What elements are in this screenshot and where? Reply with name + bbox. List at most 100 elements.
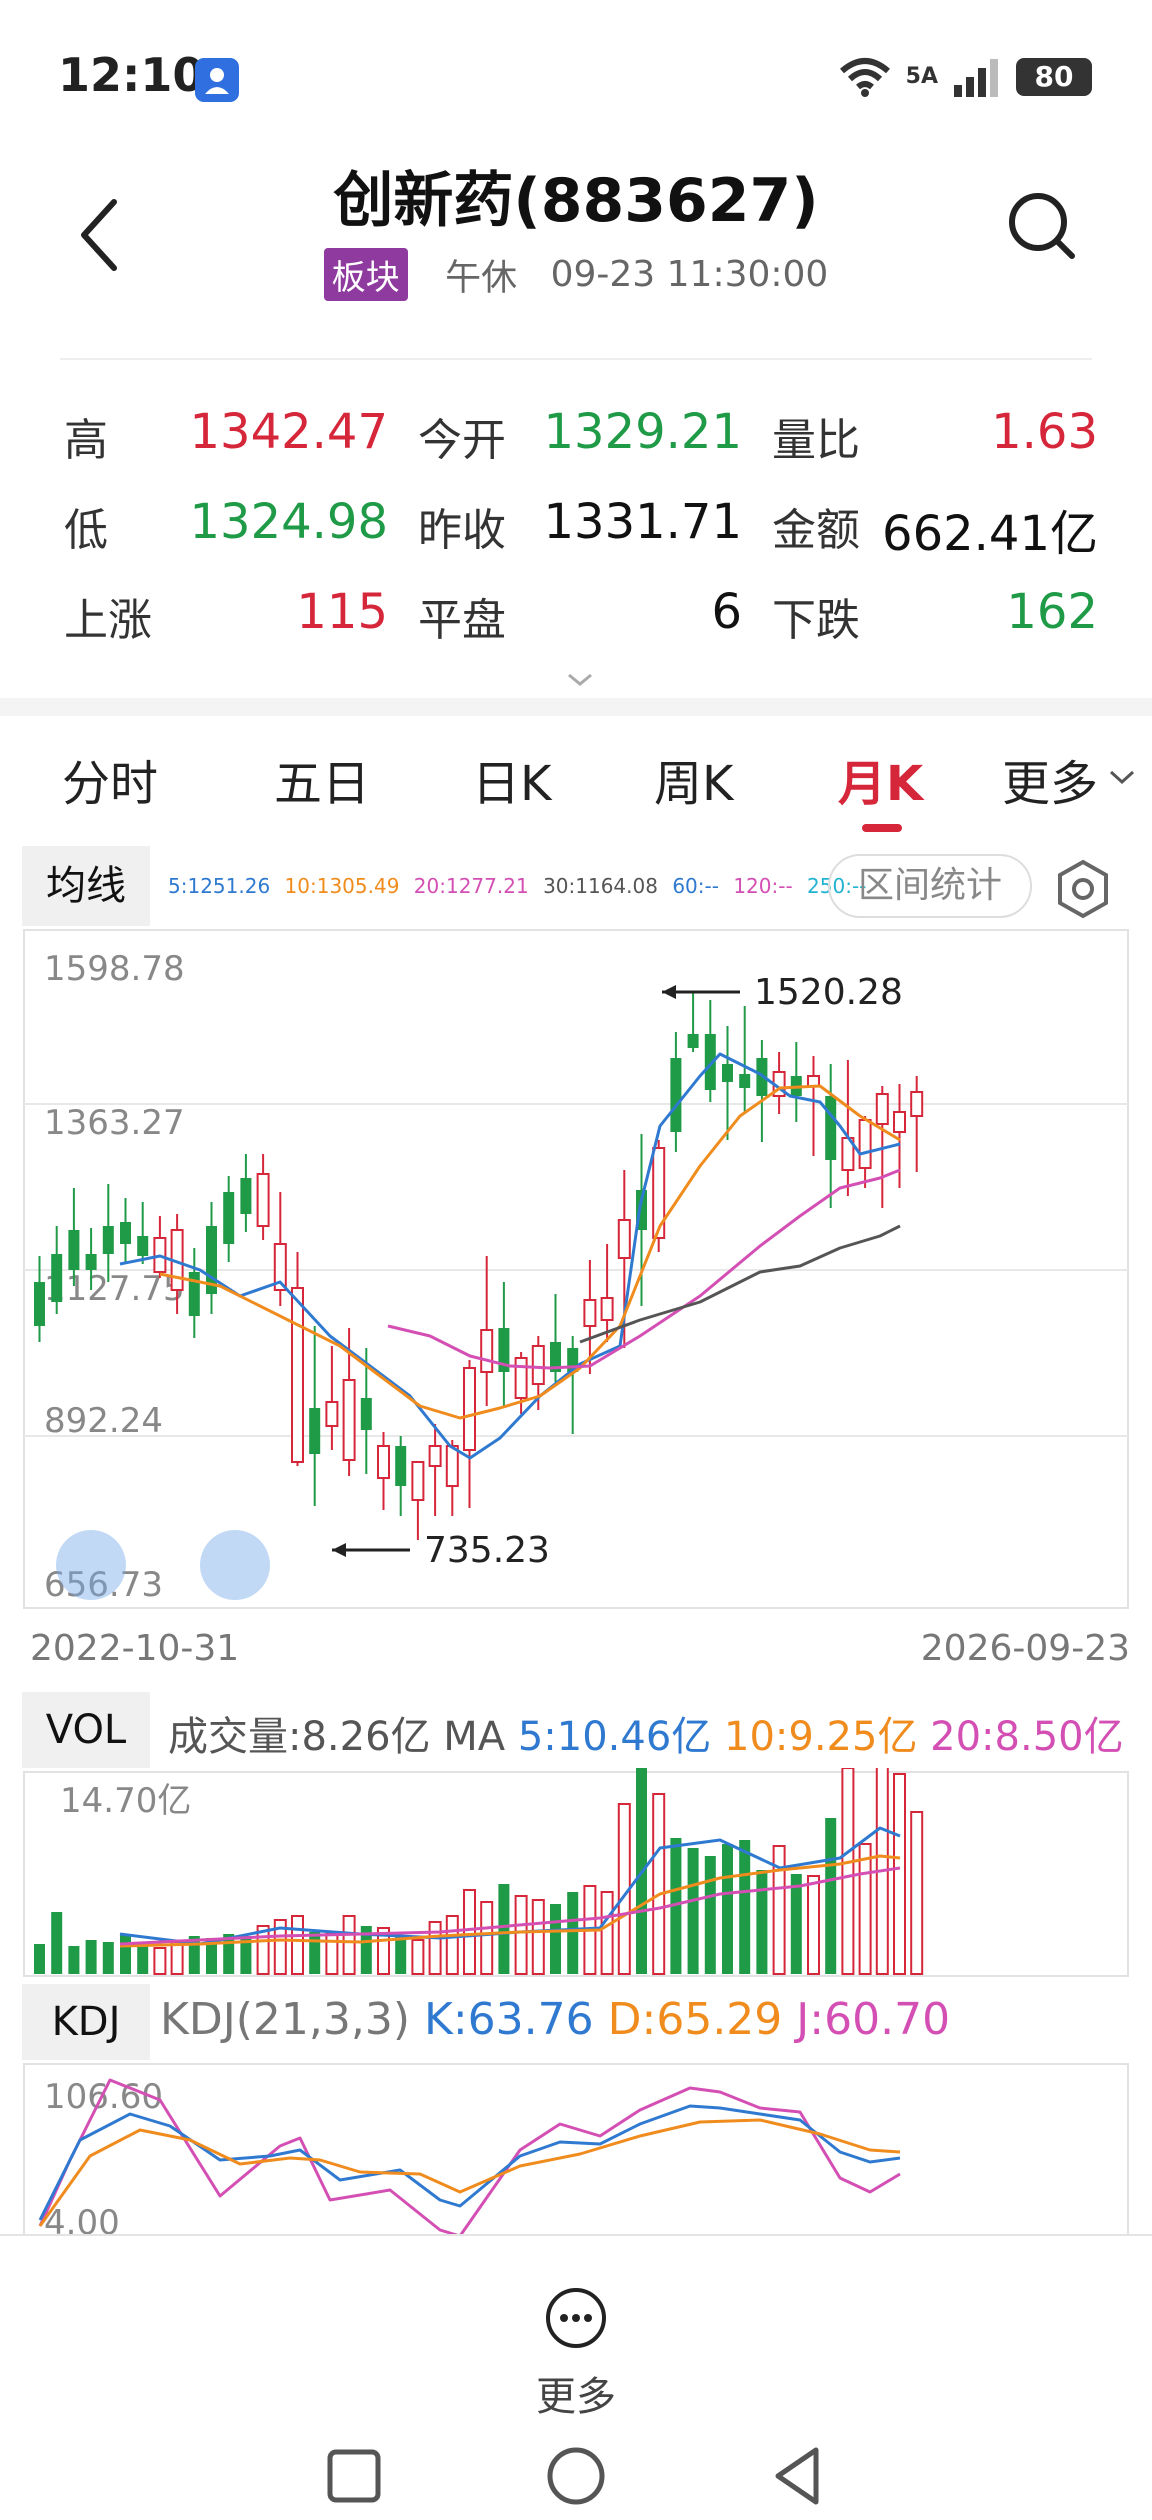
tab-intraday[interactable]: 分时 bbox=[62, 744, 158, 814]
tab-monthly-k[interactable]: 月K bbox=[838, 744, 923, 814]
quote-row: 低 1324.98 昨收 1331.71 金额 662.41亿 bbox=[0, 494, 1152, 574]
volume-axis-label: 14.70亿 bbox=[60, 1781, 191, 1821]
vpn-icon bbox=[195, 58, 239, 102]
volume-bar bbox=[170, 1941, 184, 1975]
search-icon[interactable] bbox=[1002, 186, 1082, 266]
status-bar: 12:10 5A 80 bbox=[0, 0, 1152, 150]
candle-body bbox=[722, 1064, 733, 1082]
candle-body bbox=[514, 1357, 528, 1399]
volume-bar bbox=[910, 1811, 924, 1975]
candle-body bbox=[223, 1192, 235, 1244]
vol-badge[interactable]: VOL bbox=[22, 1692, 150, 1768]
candle-body bbox=[120, 1222, 131, 1244]
candle-body bbox=[342, 1379, 356, 1461]
candle-body bbox=[85, 1254, 97, 1270]
volume-bar bbox=[807, 1875, 820, 1975]
ma120-value: 120:-- bbox=[733, 874, 793, 898]
volume-bar bbox=[51, 1912, 63, 1974]
volume-header: VOL 成交量:8.26亿 MA 5:10.46亿 10:9.25亿 20:8.… bbox=[0, 1692, 1152, 1768]
ma5-line bbox=[119, 1052, 901, 1460]
candle-body bbox=[445, 1445, 459, 1487]
tab-daily-k[interactable]: 日K bbox=[472, 744, 551, 814]
volume-bar bbox=[687, 1848, 699, 1974]
kdj-badge[interactable]: KDJ bbox=[22, 1984, 150, 2060]
tab-weekly-k[interactable]: 周K bbox=[654, 744, 733, 814]
more-dots-icon[interactable] bbox=[544, 2286, 608, 2350]
candle-body bbox=[309, 1408, 321, 1454]
candle-body bbox=[687, 1034, 699, 1048]
candle-body bbox=[411, 1461, 425, 1501]
candle-body bbox=[875, 1093, 889, 1125]
volume-bar bbox=[600, 1891, 614, 1975]
more-label[interactable]: 更多 bbox=[0, 2364, 1152, 2422]
volume-bar bbox=[858, 1843, 872, 1975]
volume-bar bbox=[342, 1915, 356, 1975]
candle-body bbox=[825, 1096, 837, 1160]
low-price-label: 735.23 bbox=[424, 1530, 550, 1571]
kdj-chart[interactable]: 106.60 4.00 bbox=[0, 2060, 1152, 2236]
quote-low: 1324.98 bbox=[189, 494, 389, 550]
kdj-j: J:60.70 bbox=[796, 1994, 951, 2045]
volume-current: 成交量:8.26亿 MA bbox=[168, 1714, 518, 1760]
kdj-header: KDJ KDJ(21,3,3) K:63.76 D:65.29 J:60.70 bbox=[0, 1984, 1152, 2060]
candle-body bbox=[68, 1230, 80, 1270]
quote-label: 高 bbox=[64, 415, 108, 466]
volume-bar bbox=[739, 1840, 751, 1974]
volume-bar bbox=[463, 1889, 476, 1975]
volume-bar bbox=[309, 1932, 321, 1974]
quote-label: 平盘 bbox=[418, 595, 506, 646]
volume-chart[interactable]: 14.70亿 bbox=[0, 1768, 1152, 1978]
candle-body bbox=[531, 1345, 545, 1385]
quote-flat-count: 6 bbox=[711, 584, 742, 640]
candle-body bbox=[34, 1282, 45, 1326]
candle-body bbox=[428, 1445, 442, 1467]
quote-label: 金额 bbox=[772, 505, 860, 556]
candle-body bbox=[360, 1398, 372, 1430]
volume-bar bbox=[704, 1856, 716, 1974]
ma20-value: 20:1277.21 bbox=[413, 874, 529, 898]
vol-ma10: 10:9.25亿 bbox=[724, 1714, 918, 1760]
back-nav-icon[interactable] bbox=[768, 2446, 828, 2506]
volume-bar bbox=[85, 1940, 97, 1974]
expand-chevron-icon[interactable] bbox=[566, 672, 594, 688]
axis-label: 892.24 bbox=[44, 1401, 163, 1441]
chevron-down-icon[interactable] bbox=[1108, 768, 1136, 786]
quote-volume-ratio: 1.63 bbox=[991, 404, 1098, 460]
tab-more[interactable]: 更多 bbox=[1002, 744, 1098, 814]
kdj-params: KDJ(21,3,3) bbox=[160, 1994, 424, 2045]
volume-bar bbox=[120, 1934, 131, 1974]
volume-bar bbox=[531, 1899, 545, 1975]
candle-body bbox=[256, 1173, 270, 1227]
settings-hexagon-icon[interactable] bbox=[1052, 858, 1114, 920]
expand-left-button[interactable] bbox=[56, 1530, 126, 1600]
fullscreen-button[interactable] bbox=[200, 1530, 270, 1600]
kline-chart[interactable]: 1598.78 1363.27 1127.75 892.24 656.73 15… bbox=[0, 926, 1152, 1726]
ma-badge[interactable]: 均线 bbox=[22, 846, 150, 926]
ma10-value: 10:1305.49 bbox=[284, 874, 400, 898]
candle-body bbox=[583, 1299, 597, 1327]
kdj-j-line bbox=[38, 2078, 901, 2236]
range-statistics-button[interactable]: 区间统计 bbox=[828, 854, 1032, 918]
home-icon[interactable] bbox=[546, 2446, 606, 2506]
quote-label: 低 bbox=[64, 505, 108, 556]
wifi-icon bbox=[839, 58, 890, 97]
tab-five-day[interactable]: 五日 bbox=[274, 744, 370, 814]
high-marker-arrow bbox=[662, 985, 676, 999]
candle-body bbox=[51, 1254, 63, 1302]
kdj-values: KDJ(21,3,3) K:63.76 D:65.29 J:60.70 bbox=[160, 1994, 950, 2045]
volume-bar bbox=[893, 1773, 906, 1975]
period-tabs: 分时 五日 日K 周K 月K 更多 bbox=[0, 716, 1152, 846]
battery-indicator: 80 bbox=[1016, 58, 1092, 96]
volume-bar bbox=[498, 1884, 510, 1974]
high-price-label: 1520.28 bbox=[754, 972, 903, 1013]
recent-apps-icon[interactable] bbox=[324, 2446, 384, 2506]
ma-values: 5:1251.26 10:1305.49 20:1277.21 30:1164.… bbox=[168, 874, 874, 898]
vol-ma5: 5:10.46亿 bbox=[517, 1714, 712, 1760]
kdj-axis-bottom: 4.00 bbox=[44, 2203, 120, 2236]
kdj-axis-top: 106.60 bbox=[44, 2077, 163, 2117]
board-badge: 板块 bbox=[323, 248, 408, 301]
network-label: 5A bbox=[905, 64, 938, 89]
clock: 12:10 bbox=[58, 48, 205, 102]
start-date: 2022-10-31 bbox=[30, 1628, 240, 1669]
quote-high: 1342.47 bbox=[189, 404, 389, 460]
